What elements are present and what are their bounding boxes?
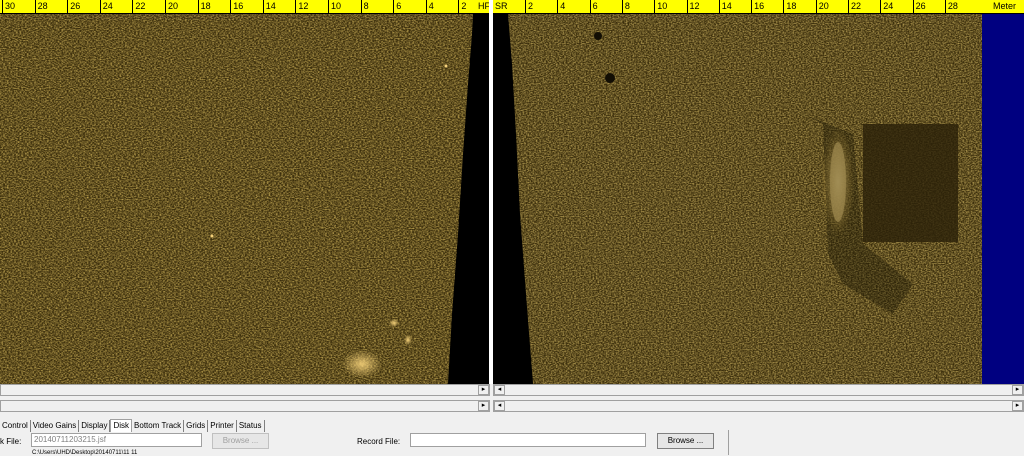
tab-printer[interactable]: Printer bbox=[208, 420, 237, 432]
scroll-left-button[interactable]: ◂ bbox=[494, 401, 505, 411]
scroll-right-button[interactable]: ▸ bbox=[478, 401, 489, 411]
tab-grids[interactable]: Grids bbox=[184, 420, 209, 432]
ruler-tick: 4 bbox=[425, 0, 434, 13]
tab-display[interactable]: Display bbox=[79, 420, 111, 432]
port-range-ruler: 30 28 26 24 22 20 18 16 14 12 10 8 6 4 2 HF bbox=[0, 0, 490, 14]
ruler-tick: 18 bbox=[783, 0, 796, 13]
file-path-text: C:\Users\UHD\Desktop\20140711\11 11 bbox=[32, 450, 138, 456]
tab-disk[interactable]: Disk bbox=[110, 419, 133, 432]
record-browse-button[interactable]: Browse ... bbox=[657, 433, 714, 449]
tab-video-gains[interactable]: Video Gains bbox=[31, 420, 80, 432]
tab-status[interactable]: Status bbox=[237, 420, 265, 432]
playback-browse-button[interactable]: Browse ... bbox=[212, 433, 269, 449]
ruler-unit-label: Meter bbox=[993, 1, 1017, 11]
scroll-right-button[interactable]: ▸ bbox=[478, 385, 489, 395]
record-file-label: Record File: bbox=[357, 437, 401, 446]
ruler-tick: 4 bbox=[557, 0, 565, 13]
ruler-tick: 8 bbox=[360, 0, 369, 13]
record-file-field[interactable] bbox=[410, 433, 646, 447]
starboard-scrollbar-upper[interactable]: ◂ ▸ bbox=[493, 384, 1024, 396]
scroll-right-button[interactable]: ▸ bbox=[1012, 401, 1023, 411]
scroll-left-button[interactable]: ◂ bbox=[494, 385, 505, 395]
panel-separator bbox=[728, 430, 729, 455]
ruler-tick: 2 bbox=[525, 0, 533, 13]
ruler-tick: 14 bbox=[718, 0, 732, 13]
ruler-start-label: SR bbox=[495, 1, 508, 11]
starboard-range-ruler: SR 2 4 6 8 10 12 14 16 18 20 22 24 26 28 Meter bbox=[493, 0, 1024, 14]
ruler-tick: 14 bbox=[262, 0, 276, 13]
ruler-tick: 24 bbox=[880, 0, 893, 13]
ruler-tick: 8 bbox=[621, 0, 630, 13]
ruler-tick: 6 bbox=[589, 0, 598, 13]
ruler-tick: 10 bbox=[654, 0, 667, 13]
ruler-tick: 16 bbox=[230, 0, 243, 13]
ruler-tick: 6 bbox=[393, 0, 401, 13]
port-sonar-image[interactable] bbox=[0, 14, 490, 384]
ruler-tick: 26 bbox=[912, 0, 926, 13]
ruler-tick: 10 bbox=[328, 0, 341, 13]
ruler-tick: 2 bbox=[458, 0, 466, 13]
starboard-scrollbar-lower[interactable]: ◂ ▸ bbox=[493, 400, 1024, 412]
ruler-tick: 12 bbox=[686, 0, 700, 13]
ruler-tick: 24 bbox=[99, 0, 113, 13]
ruler-tick: 26 bbox=[67, 0, 80, 13]
ruler-tick: 30 bbox=[2, 0, 15, 13]
ruler-tick: 20 bbox=[815, 0, 829, 13]
settings-tab-strip: Control Video Gains Display Disk Bottom Trac… bbox=[0, 419, 265, 433]
ruler-tick: 28 bbox=[944, 0, 958, 13]
tab-bottom-track[interactable]: Bottom Track bbox=[132, 420, 185, 432]
scroll-right-button[interactable]: ▸ bbox=[1012, 385, 1023, 395]
ruler-tick: 22 bbox=[132, 0, 145, 13]
starboard-sonar-image[interactable] bbox=[493, 14, 982, 384]
playback-file-label: k File: bbox=[0, 437, 22, 446]
ruler-tick: 28 bbox=[34, 0, 48, 13]
tab-control[interactable]: Control bbox=[0, 420, 31, 432]
ruler-tick: 12 bbox=[295, 0, 308, 13]
port-scrollbar-lower[interactable]: ▸ bbox=[0, 400, 490, 412]
ruler-tick: 20 bbox=[165, 0, 178, 13]
ruler-tick: 22 bbox=[848, 0, 861, 13]
playback-file-field[interactable]: 20140711203215.jsf bbox=[31, 433, 202, 447]
ruler-tick: 18 bbox=[197, 0, 211, 13]
ruler-tick: 16 bbox=[751, 0, 764, 13]
port-scrollbar-upper[interactable]: ▸ bbox=[0, 384, 490, 396]
range-margin bbox=[982, 14, 1024, 384]
